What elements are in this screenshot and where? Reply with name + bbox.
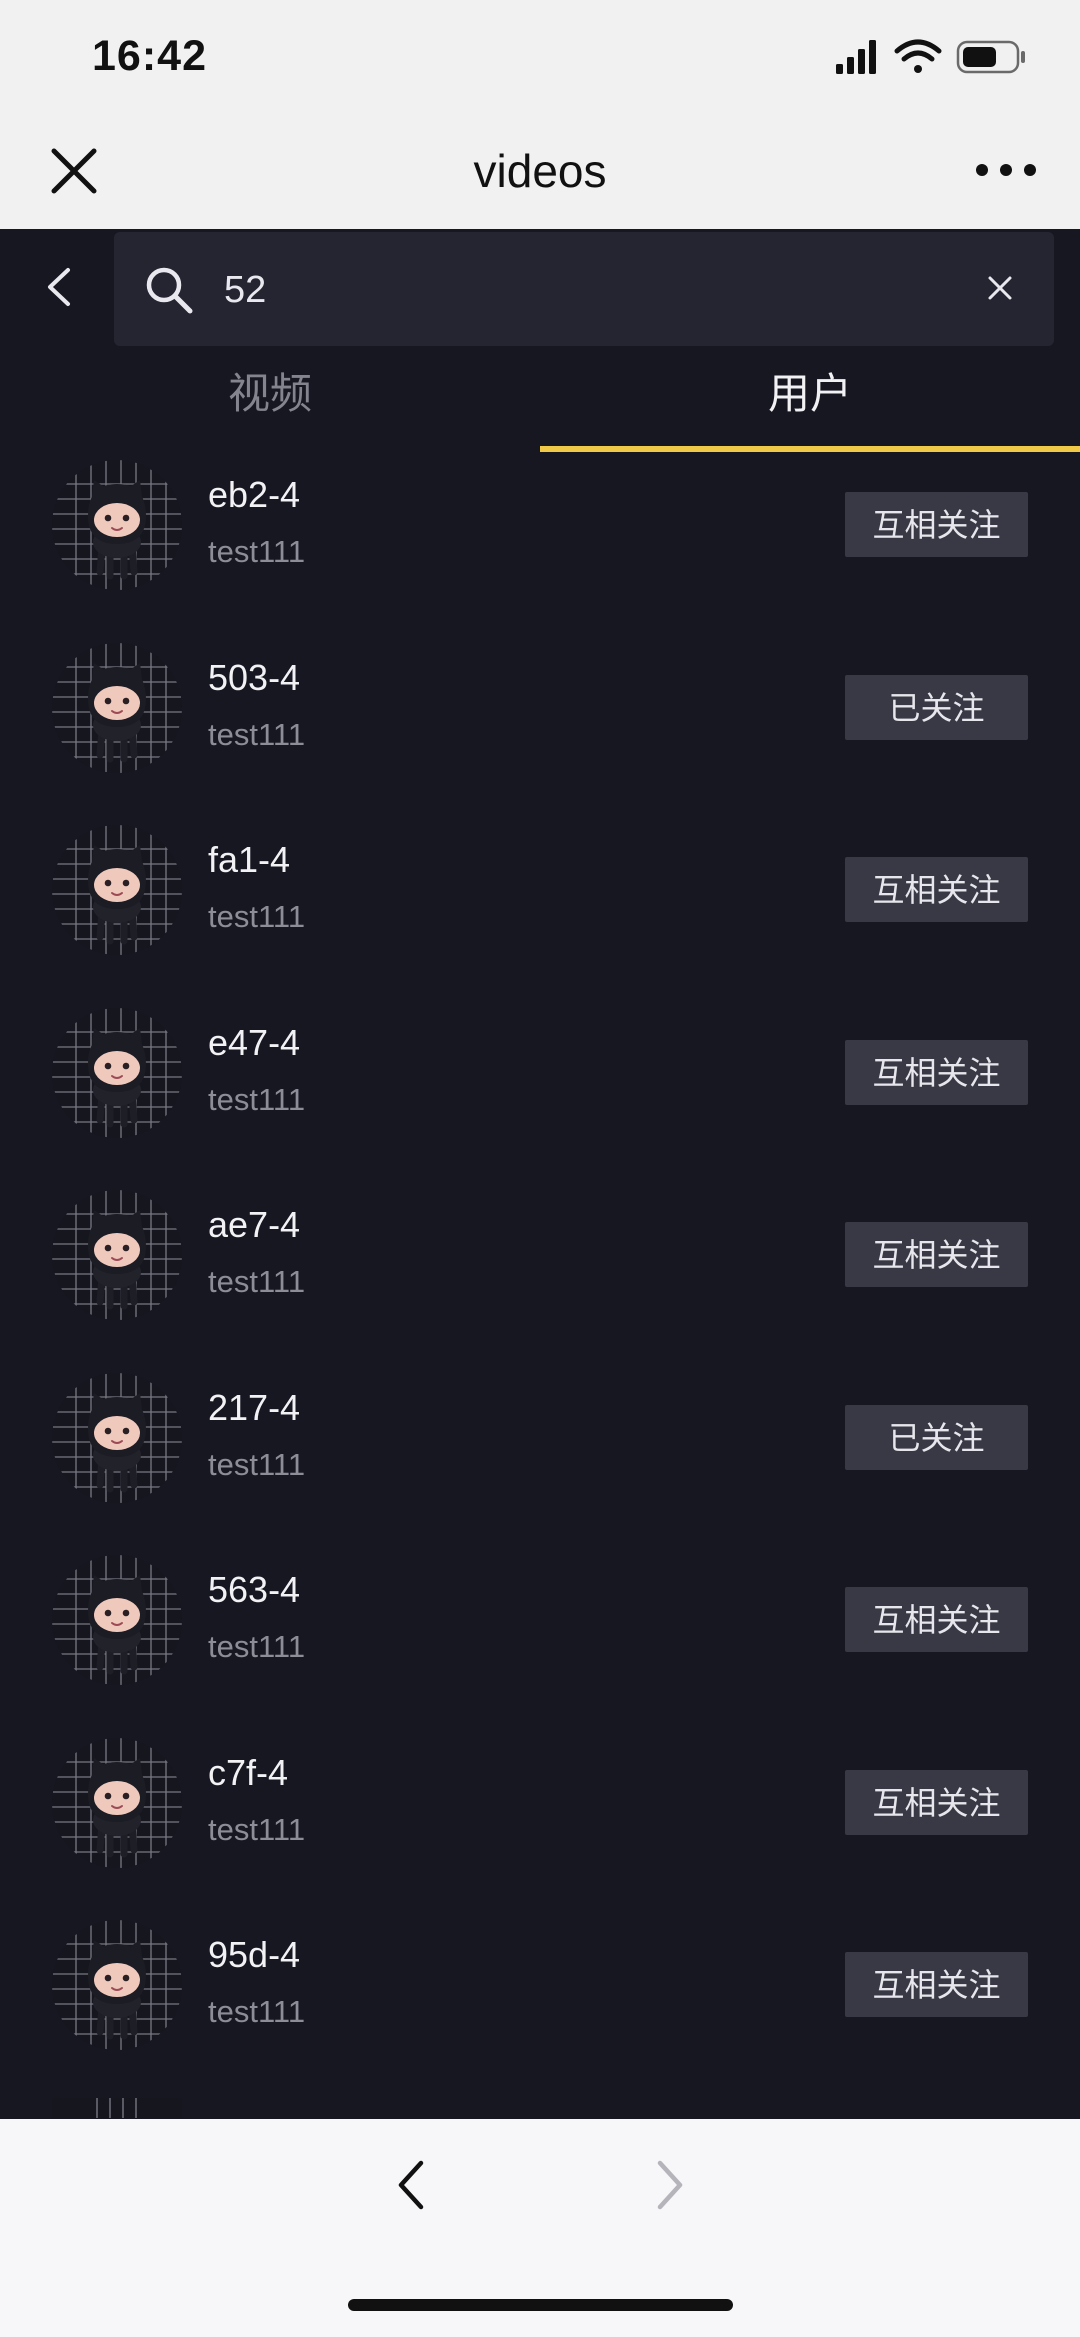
- user-subtitle: test111: [208, 716, 306, 752]
- follow-status-button[interactable]: 互相关注: [845, 1587, 1028, 1652]
- more-icon[interactable]: [974, 158, 1038, 182]
- tab-bar: 视频 用户: [0, 346, 1080, 456]
- user-row[interactable]: 95d-4 test111 互相关注: [0, 1916, 1080, 2099]
- user-row[interactable]: e47-4 test111 互相关注: [0, 1004, 1080, 1187]
- user-subtitle: test111: [208, 1446, 306, 1482]
- follow-status-button[interactable]: 互相关注: [845, 1952, 1028, 2017]
- avatar[interactable]: [52, 1007, 182, 1138]
- user-name: e47-4: [208, 1021, 301, 1063]
- battery-icon: [956, 40, 1025, 74]
- tab-videos[interactable]: 视频: [0, 346, 540, 446]
- user-name: fa1-4: [208, 839, 291, 880]
- user-name: 563-4: [208, 1569, 301, 1610]
- nav-back-icon[interactable]: [393, 2157, 429, 2213]
- user-subtitle: test111: [208, 1811, 306, 1847]
- user-subtitle: test111: [208, 899, 306, 934]
- search-field[interactable]: [114, 232, 1054, 346]
- user-name: ae7-4: [208, 1204, 301, 1245]
- active-tab-indicator: [540, 446, 1080, 452]
- follow-status-button[interactable]: 已关注: [845, 674, 1028, 740]
- search-bar: [0, 229, 1080, 346]
- user-row[interactable]: 563-4 test111 互相关注: [0, 1551, 1080, 1734]
- user-name: 217-4: [208, 1386, 301, 1428]
- nav-forward-icon[interactable]: [652, 2157, 688, 2213]
- avatar-image: [52, 2098, 182, 2118]
- title-bar: 16:42 videos: [0, 0, 1080, 229]
- follow-status-button[interactable]: 互相关注: [845, 1769, 1028, 1835]
- user-subtitle: test111: [208, 1081, 306, 1117]
- user-name: c7f-4: [208, 1751, 289, 1793]
- signal-icon: [836, 40, 876, 74]
- user-row[interactable]: ae7-4 test111 互相关注: [0, 1186, 1080, 1369]
- user-row[interactable]: 503-4 test111 已关注: [0, 639, 1080, 822]
- clear-icon[interactable]: [986, 274, 1014, 302]
- user-row[interactable]: fa1-4 test111 互相关注: [0, 821, 1080, 1004]
- search-icon: [146, 267, 193, 314]
- user-subtitle: test111: [208, 1264, 306, 1299]
- avatar[interactable]: [52, 1190, 182, 1320]
- avatar[interactable]: [52, 1737, 182, 1868]
- user-subtitle: test111: [208, 1994, 306, 2029]
- avatar[interactable]: [52, 1920, 182, 2050]
- tab-users[interactable]: 用户: [540, 346, 1080, 446]
- user-row[interactable]: 217-4 test111 已关注: [0, 1369, 1080, 1552]
- user-name: 503-4: [208, 656, 301, 698]
- user-row[interactable]: eb2-4 test111 互相关注: [0, 456, 1080, 639]
- wifi-icon: [894, 39, 942, 73]
- avatar[interactable]: [52, 825, 182, 955]
- follow-status-button[interactable]: 互相关注: [845, 1222, 1028, 1287]
- avatar[interactable]: [52, 642, 182, 773]
- chevron-left-icon[interactable]: [40, 264, 76, 310]
- user-name: eb2-4: [208, 474, 301, 515]
- user-subtitle: test111: [208, 534, 306, 569]
- user-row[interactable]: c7f-4 test111 互相关注: [0, 1734, 1080, 1917]
- user-list: eb2-4 test111 互相关注 503-4 test111 已关注 fa1…: [0, 456, 1080, 2099]
- user-name: 95d-4: [208, 1934, 301, 1975]
- home-indicator: [348, 2299, 733, 2311]
- page-title: videos: [473, 145, 607, 197]
- avatar-partial: [52, 2098, 182, 2118]
- avatar[interactable]: [52, 1555, 182, 1685]
- avatar[interactable]: [52, 1372, 182, 1503]
- follow-status-button[interactable]: 互相关注: [845, 857, 1028, 922]
- follow-status-button[interactable]: 互相关注: [845, 1039, 1028, 1105]
- follow-status-button[interactable]: 互相关注: [845, 492, 1028, 557]
- search-input[interactable]: [222, 256, 926, 324]
- avatar[interactable]: [52, 460, 182, 590]
- status-time: 16:42: [92, 32, 207, 80]
- follow-status-button[interactable]: 已关注: [845, 1404, 1028, 1470]
- status-icons: [836, 39, 1025, 74]
- user-subtitle: test111: [208, 1629, 306, 1664]
